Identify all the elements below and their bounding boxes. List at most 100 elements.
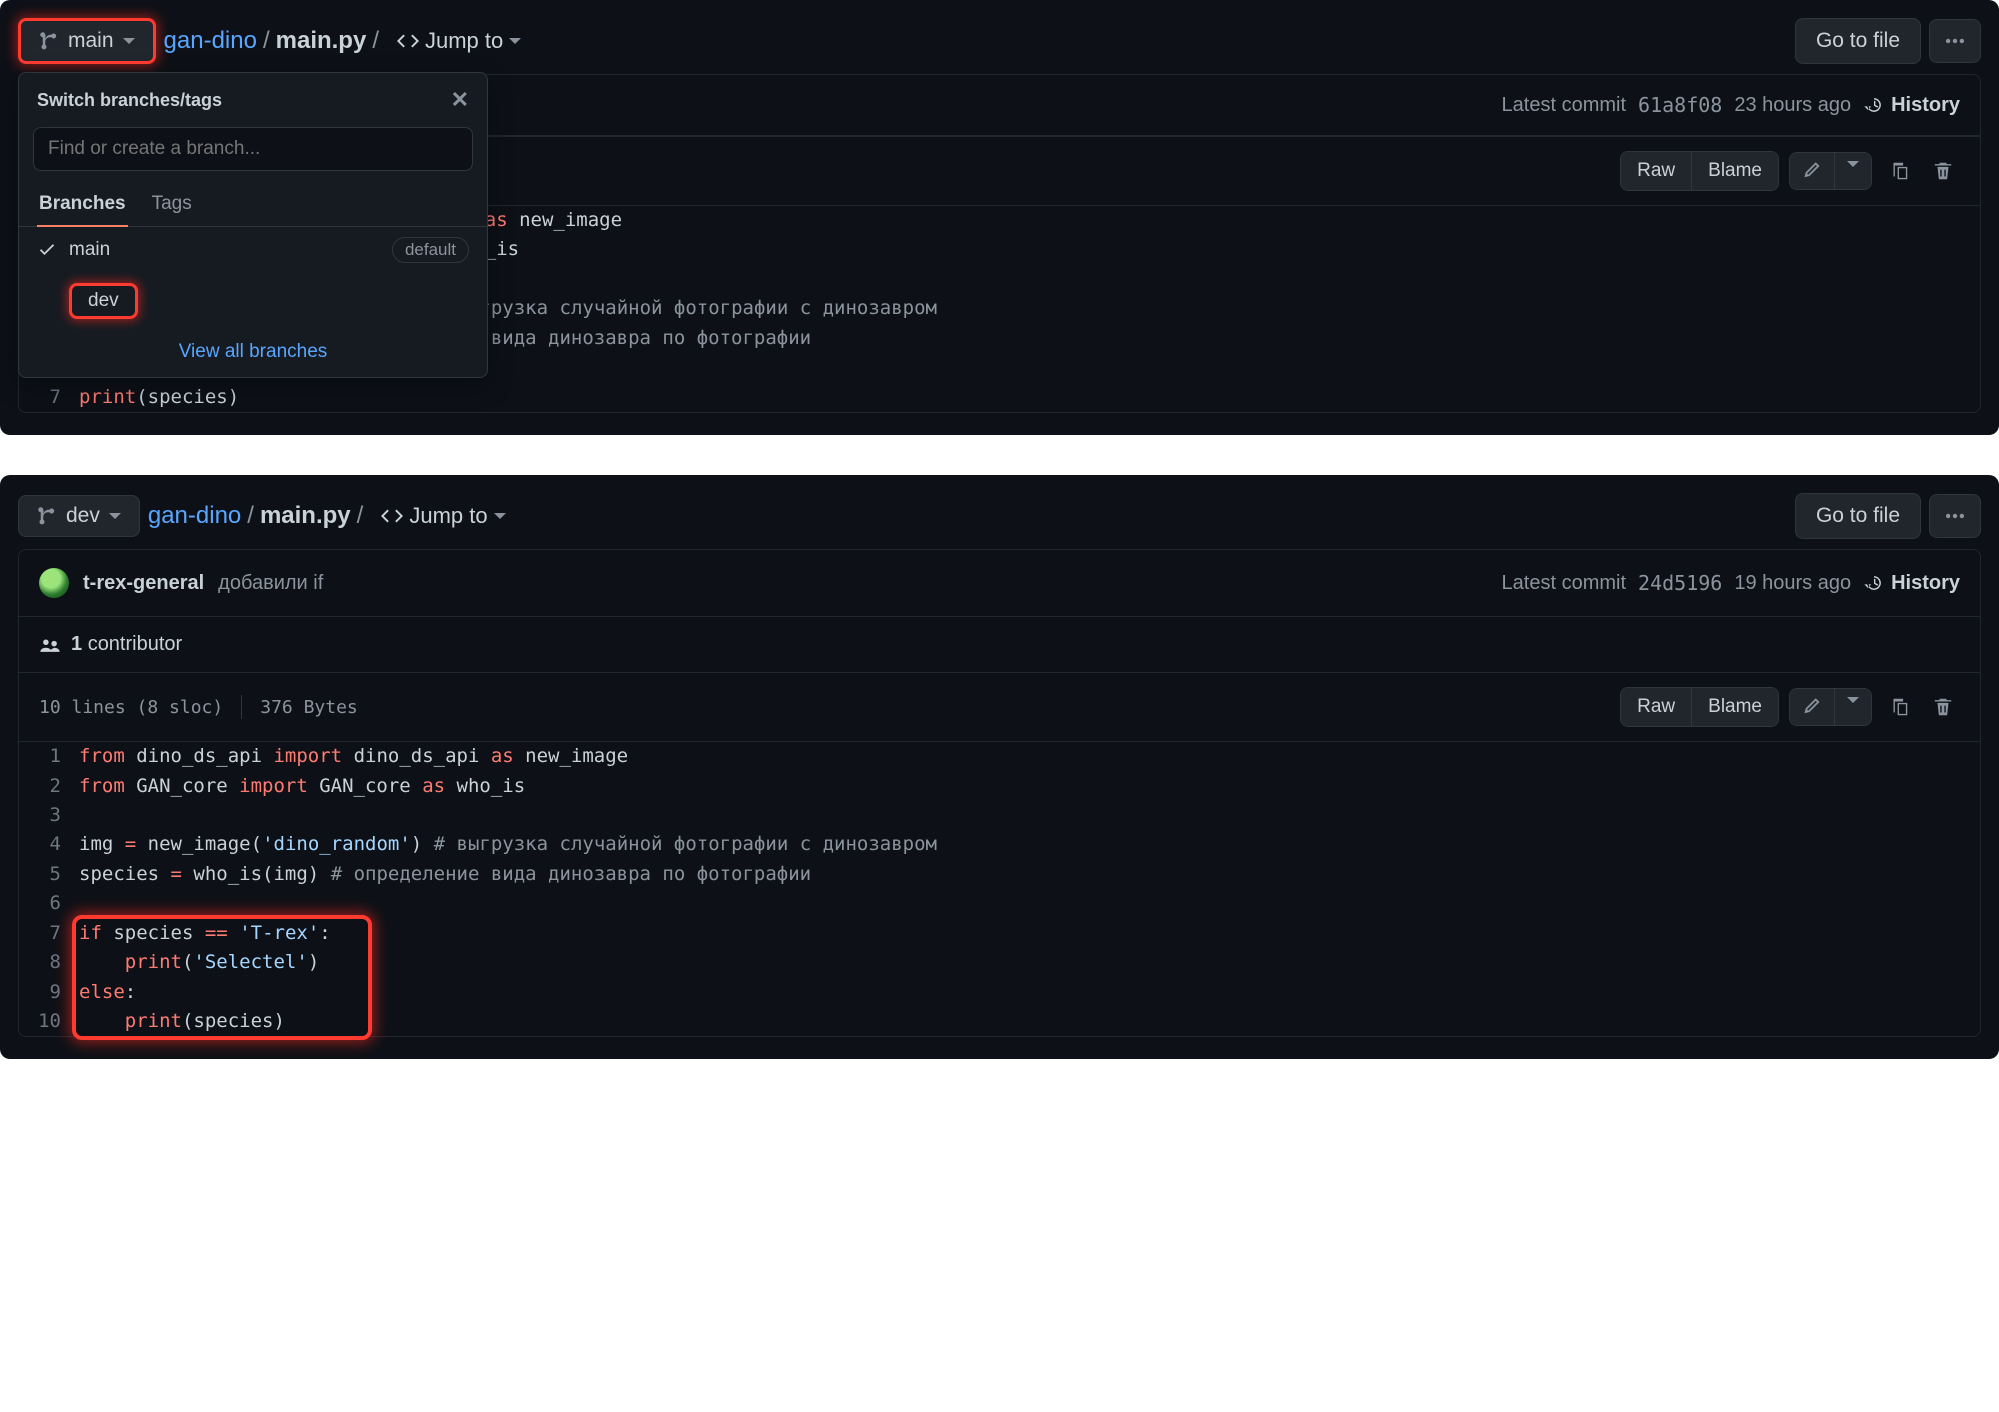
line-number: 8	[19, 948, 79, 977]
branch-name: main	[68, 29, 114, 53]
avatar[interactable]	[39, 568, 69, 598]
breadcrumb-repo-link[interactable]: gan-dino	[164, 27, 257, 55]
go-to-file-button[interactable]: Go to file	[1795, 493, 1921, 539]
line-number: 9	[19, 978, 79, 1007]
code-icon	[381, 505, 403, 527]
blame-button[interactable]: Blame	[1691, 688, 1778, 726]
line-number: 2	[19, 772, 79, 801]
tab-tags[interactable]: Tags	[150, 183, 194, 226]
line-number: 4	[19, 830, 79, 859]
pencil-icon	[1802, 161, 1822, 181]
contributors-bar[interactable]: 1 contributor	[18, 617, 1981, 673]
commit-sha[interactable]: 24d5196	[1638, 571, 1722, 595]
history-icon	[1863, 572, 1885, 594]
file-bytes: 376 Bytes	[260, 697, 358, 718]
copy-button[interactable]	[1882, 690, 1916, 724]
history-icon	[1863, 94, 1885, 116]
line-number: 5	[19, 860, 79, 889]
line-number: 7	[19, 919, 79, 948]
tab-branches[interactable]: Branches	[37, 183, 128, 227]
commit-bar: t-rex-general добавили if Latest commit …	[18, 549, 1981, 617]
code-line: 4img = new_image('dino_random') # выгруз…	[19, 830, 1980, 859]
jump-to-dropdown[interactable]: Jump to	[381, 503, 505, 529]
breadcrumb: gan-dino / main.py /	[148, 502, 363, 530]
caret-down-icon	[1847, 161, 1859, 167]
branch-item-label: main	[69, 239, 110, 261]
history-link[interactable]: History	[1863, 94, 1960, 117]
contributor-label: contributor	[88, 633, 183, 655]
raw-blame-group: Raw Blame	[1620, 151, 1779, 191]
git-branch-icon	[37, 506, 57, 526]
caret-down-icon	[109, 513, 121, 519]
jump-to-dropdown[interactable]: Jump to	[397, 28, 521, 54]
caret-down-icon	[1847, 697, 1859, 703]
git-branch-icon	[39, 31, 59, 51]
go-to-file-button[interactable]: Go to file	[1795, 18, 1921, 64]
branch-switcher-popover: Switch branches/tags ✕ Branches Tags mai…	[18, 72, 488, 378]
line-number: 10	[19, 1007, 79, 1036]
kebab-icon	[1944, 30, 1966, 52]
code-line: 10 print(species)	[19, 1007, 1980, 1036]
caret-down-icon	[509, 38, 521, 44]
line-number: 6	[19, 889, 79, 918]
code-line: 8 print('Selectel')	[19, 948, 1980, 977]
code-line: 6	[19, 889, 1980, 918]
edit-group	[1789, 688, 1872, 726]
file-meta-bar: 10 lines (8 sloc) 376 Bytes Raw Blame	[18, 673, 1981, 742]
blame-button[interactable]: Blame	[1691, 152, 1778, 190]
commit-message[interactable]: добавили if	[218, 572, 323, 595]
latest-commit-label: Latest commit	[1502, 572, 1626, 595]
breadcrumb: gan-dino / main.py /	[164, 27, 379, 55]
branch-selector-button[interactable]: main	[18, 18, 156, 64]
close-icon[interactable]: ✕	[451, 87, 469, 113]
commit-age: 23 hours ago	[1734, 94, 1851, 117]
code-line: 2from GAN_core import GAN_core as who_is	[19, 772, 1980, 801]
code-line: 7print(species)	[19, 383, 1980, 412]
edit-dropdown-button[interactable]	[1834, 153, 1871, 189]
commit-author[interactable]: t-rex-general	[83, 572, 204, 595]
branch-item-dev[interactable]: dev	[19, 273, 487, 329]
line-source: from GAN_core import GAN_core as who_is	[79, 772, 525, 801]
delete-button[interactable]	[1926, 154, 1960, 188]
code-icon	[397, 30, 419, 52]
delete-button[interactable]	[1926, 690, 1960, 724]
code-view: 1from dino_ds_api import dino_ds_api as …	[18, 742, 1981, 1037]
more-actions-button[interactable]	[1929, 19, 1981, 63]
default-badge: default	[392, 237, 469, 263]
copy-icon	[1888, 160, 1910, 182]
commit-age: 19 hours ago	[1734, 572, 1851, 595]
commit-sha[interactable]: 61a8f08	[1638, 93, 1722, 117]
edit-button[interactable]	[1790, 153, 1834, 189]
more-actions-button[interactable]	[1929, 494, 1981, 538]
pencil-icon	[1802, 697, 1822, 717]
raw-button[interactable]: Raw	[1621, 152, 1691, 190]
edit-dropdown-button[interactable]	[1834, 689, 1871, 725]
code-line: 7if species == 'T-rex':	[19, 919, 1980, 948]
breadcrumb-file: main.py	[276, 27, 367, 55]
history-link[interactable]: History	[1863, 572, 1960, 595]
branch-selector-button[interactable]: dev	[18, 495, 140, 537]
raw-blame-group: Raw Blame	[1620, 687, 1779, 727]
branch-item-main[interactable]: main default	[19, 227, 487, 273]
raw-button[interactable]: Raw	[1621, 688, 1691, 726]
line-source: print(species)	[79, 1007, 285, 1036]
line-number: 1	[19, 742, 79, 771]
edit-button[interactable]	[1790, 689, 1834, 725]
view-all-branches-link[interactable]: View all branches	[179, 341, 328, 362]
latest-commit-label: Latest commit	[1502, 94, 1626, 117]
people-icon	[39, 634, 61, 656]
copy-button[interactable]	[1882, 154, 1916, 188]
branch-search-input[interactable]	[33, 127, 473, 171]
code-line: 3	[19, 801, 1980, 830]
trash-icon	[1932, 696, 1954, 718]
code-line: 9else:	[19, 978, 1980, 1007]
caret-down-icon	[123, 38, 135, 44]
breadcrumb-repo-link[interactable]: gan-dino	[148, 502, 241, 530]
line-source: from dino_ds_api import dino_ds_api as n…	[79, 742, 628, 771]
line-source: img = new_image('dino_random') # выгрузк…	[79, 830, 937, 859]
copy-icon	[1888, 696, 1910, 718]
kebab-icon	[1944, 505, 1966, 527]
caret-down-icon	[494, 513, 506, 519]
edit-group	[1789, 152, 1872, 190]
code-line: 5species = who_is(img) # определение вид…	[19, 860, 1980, 889]
